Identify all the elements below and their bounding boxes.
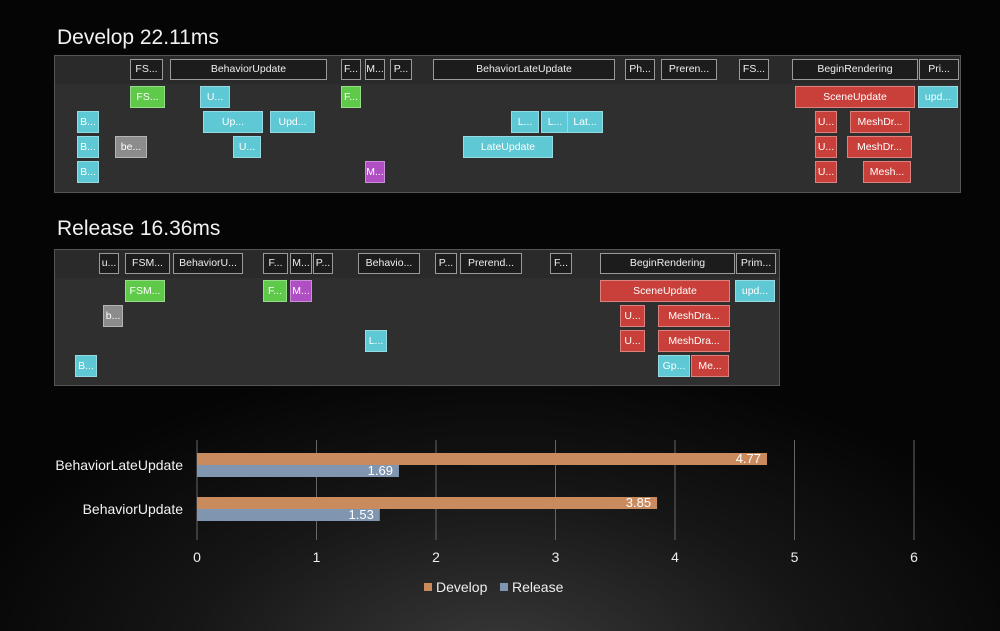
x-tick-label: 3 (552, 549, 560, 565)
legend-label: Develop (436, 579, 488, 595)
comparison-bar-chart: 0 1 2 3 4 5 6 BehaviorLateUpdate 4.77 1.69 Behavio… (55, 440, 918, 595)
x-tick-label: 6 (910, 549, 918, 565)
x-tick-label: 5 (791, 549, 799, 565)
data-label: 1.53 (349, 507, 374, 522)
legend-swatch-develop (424, 583, 432, 591)
data-label: 3.85 (626, 495, 651, 510)
x-tick-label: 4 (671, 549, 679, 565)
x-tick-label: 1 (313, 549, 321, 565)
legend-swatch-release (500, 583, 508, 591)
data-label: 1.69 (368, 463, 393, 478)
category-label: BehaviorUpdate (83, 501, 184, 517)
x-tick-label: 2 (432, 549, 440, 565)
data-label: 4.77 (736, 451, 761, 466)
x-tick-label: 0 (193, 549, 201, 565)
legend-label: Release (512, 579, 564, 595)
bar-develop (197, 453, 768, 465)
bar-develop (197, 497, 658, 509)
category-label: BehaviorLateUpdate (55, 457, 183, 473)
